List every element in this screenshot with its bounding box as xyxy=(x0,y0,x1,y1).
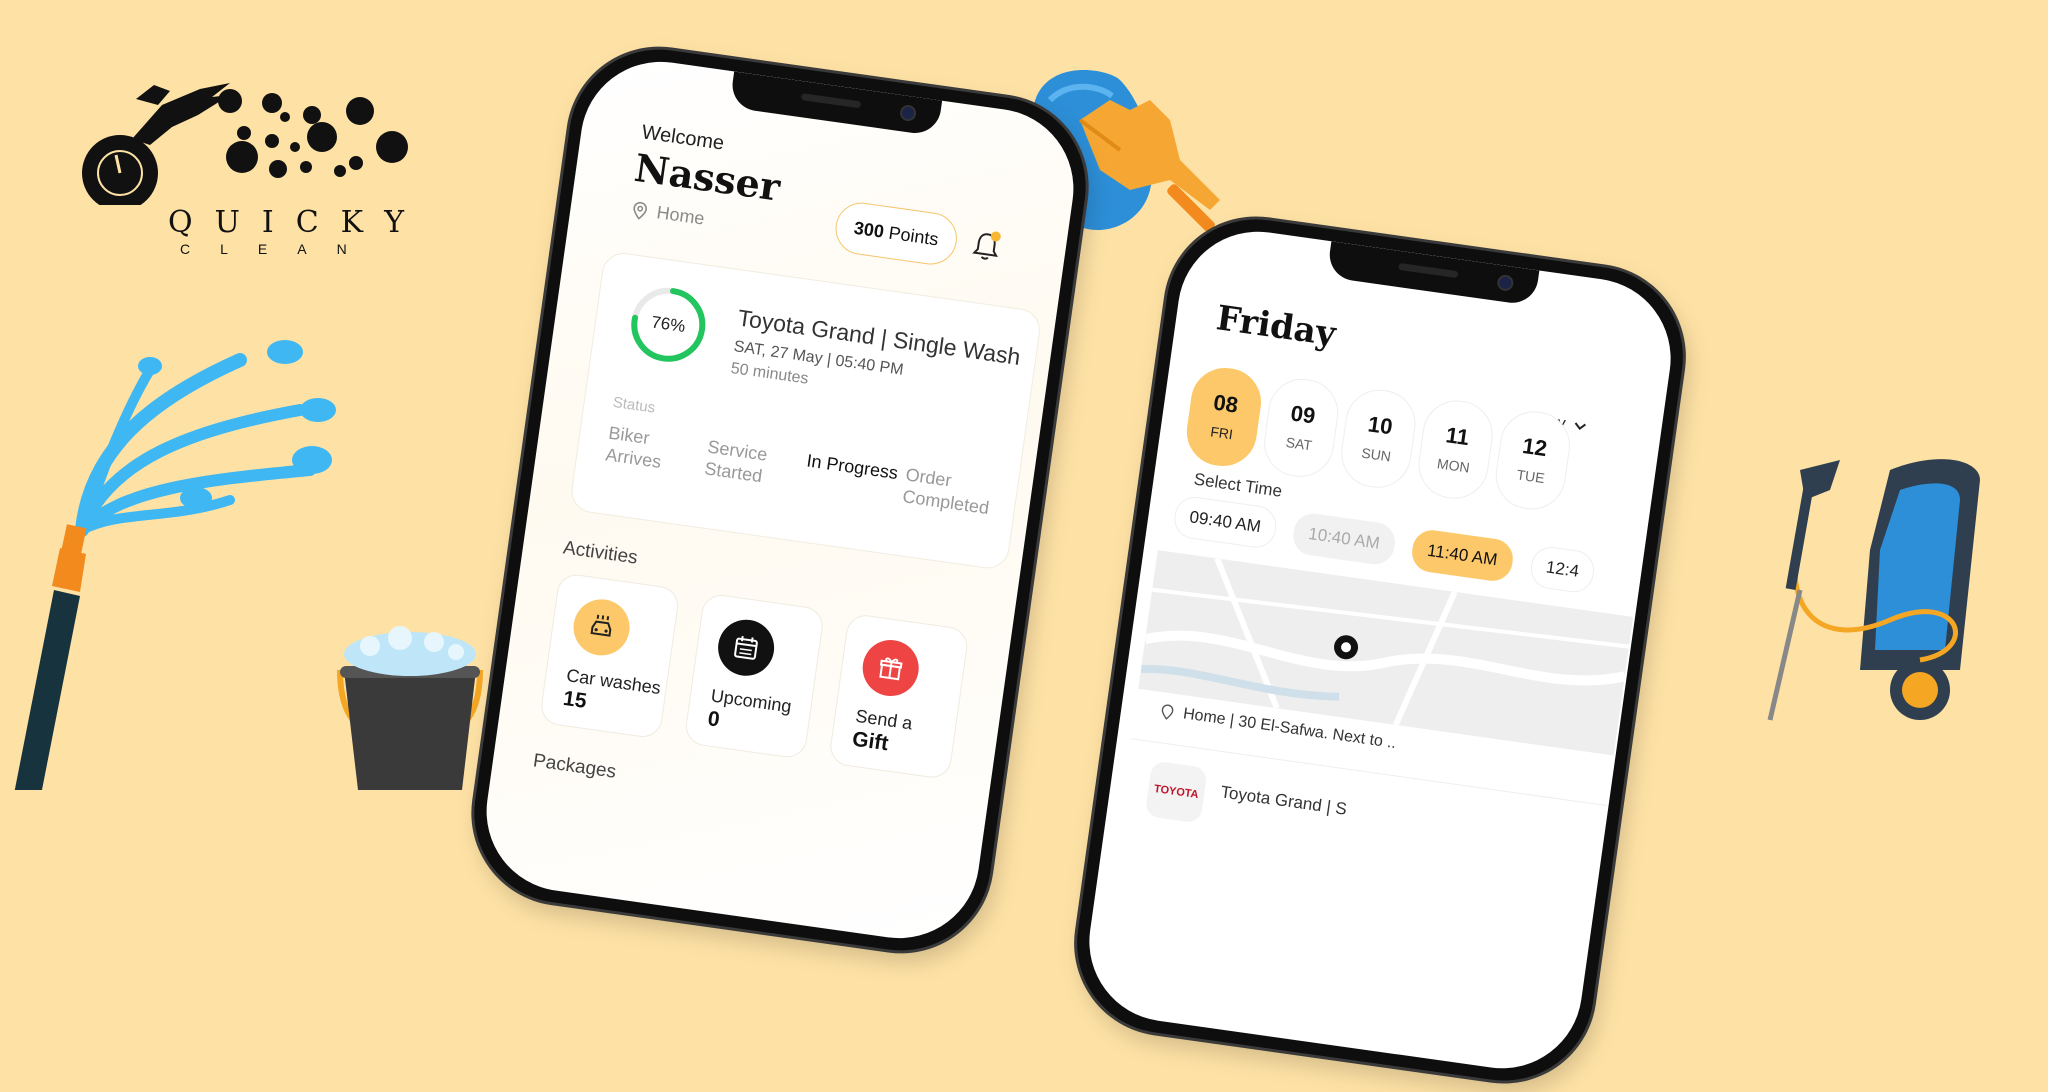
time-slot-1040[interactable]: 10:40 AM xyxy=(1290,511,1398,567)
status-label: Status xyxy=(611,393,657,417)
date-weekday: SUN xyxy=(1360,444,1392,465)
location-pin-icon xyxy=(633,201,648,220)
date-pill-12[interactable]: 12 TUE xyxy=(1491,407,1575,514)
location-label: Home xyxy=(655,202,706,229)
date-weekday: SAT xyxy=(1284,433,1314,454)
calendar-icon xyxy=(714,616,778,680)
schedule-screen: Friday May 08 FRI 09 SAT 10 SUN 11 MON 1… xyxy=(1079,221,1681,1079)
activity-upcoming[interactable]: Upcoming 0 xyxy=(683,592,826,760)
date-pill-10[interactable]: 10 SUN xyxy=(1336,385,1420,493)
date-pill-11[interactable]: 11 MON xyxy=(1414,396,1498,503)
date-number: 09 xyxy=(1289,400,1317,429)
location-pin-icon xyxy=(1161,704,1174,720)
phone-notch xyxy=(729,71,943,137)
status-step-service-started: Service Started xyxy=(703,436,769,487)
water-hose-icon xyxy=(14,340,336,790)
date-pill-09[interactable]: 09 SAT xyxy=(1259,374,1343,482)
activity-value: Gift xyxy=(850,727,890,756)
toyota-logo-icon: TOYOTA xyxy=(1144,760,1208,824)
status-step-biker-arrives: Biker Arrives xyxy=(604,422,663,472)
date-number: 10 xyxy=(1366,411,1395,440)
activity-send-gift[interactable]: Send a Gift xyxy=(827,612,970,781)
user-name: Nasser xyxy=(631,144,783,210)
speaker xyxy=(800,93,862,109)
points-value: 300 xyxy=(852,217,886,242)
car-wash-icon xyxy=(569,595,634,660)
points-button[interactable]: 300 Points xyxy=(832,199,961,268)
bucket-icon xyxy=(337,626,483,790)
quicky-clean-logo: QUICKY CLEAN xyxy=(80,75,440,265)
date-weekday: MON xyxy=(1436,455,1471,476)
activity-car-washes[interactable]: Car washes 15 xyxy=(538,572,681,740)
time-slot-1240[interactable]: 12:4 xyxy=(1528,544,1597,595)
date-weekday: TUE xyxy=(1515,466,1546,487)
brand-tagline: CLEAN xyxy=(180,241,377,257)
selected-day-title: Friday xyxy=(1213,298,1339,355)
activity-value: 15 xyxy=(561,686,589,713)
home-screen: Welcome Nasser Home 300 Points 76% Toyot… xyxy=(476,51,1084,949)
progress-percent: 76% xyxy=(650,312,687,337)
pressure-washer-icon xyxy=(1767,459,1980,721)
date-number: 12 xyxy=(1520,432,1549,462)
current-order-card[interactable]: 76% Toyota Grand | Single Wash SAT, 27 M… xyxy=(568,250,1043,572)
date-weekday: FRI xyxy=(1209,423,1234,443)
gift-icon xyxy=(859,636,923,700)
biker-logo-icon xyxy=(82,83,408,211)
date-number: 11 xyxy=(1444,422,1471,451)
phone-notch xyxy=(1326,241,1540,307)
progress-ring: 76% xyxy=(622,280,713,375)
packages-title: Packages xyxy=(531,750,618,783)
notifications-button[interactable] xyxy=(969,228,1004,269)
speaker xyxy=(1398,262,1459,279)
camera xyxy=(1496,273,1515,292)
selected-car-row[interactable]: TOYOTA Toyota Grand | S xyxy=(1118,738,1607,896)
activity-value: 0 xyxy=(706,707,722,732)
date-number: 08 xyxy=(1211,389,1240,418)
status-step-order-completed: Order Completed xyxy=(901,464,991,519)
chevron-down-icon xyxy=(1574,422,1587,431)
time-slot-1140[interactable]: 11:40 AM xyxy=(1409,527,1515,584)
phone-home: Welcome Nasser Home 300 Points 76% Toyot… xyxy=(462,37,1098,963)
location-selector[interactable]: Home xyxy=(632,199,706,230)
date-pill-08[interactable]: 08 FRI xyxy=(1182,363,1266,471)
status-step-in-progress: In Progress xyxy=(805,450,900,484)
select-time-label: Select Time xyxy=(1192,469,1284,501)
time-slot-0940[interactable]: 09:40 AM xyxy=(1171,494,1279,551)
camera xyxy=(899,104,918,123)
activity-label: Upcoming xyxy=(709,685,793,717)
brand-name: QUICKY xyxy=(168,205,427,240)
points-label: Points xyxy=(887,222,940,249)
activities-title: Activities xyxy=(561,537,639,569)
phone-schedule: Friday May 08 FRI 09 SAT 10 SUN 11 MON 1… xyxy=(1065,207,1695,1092)
